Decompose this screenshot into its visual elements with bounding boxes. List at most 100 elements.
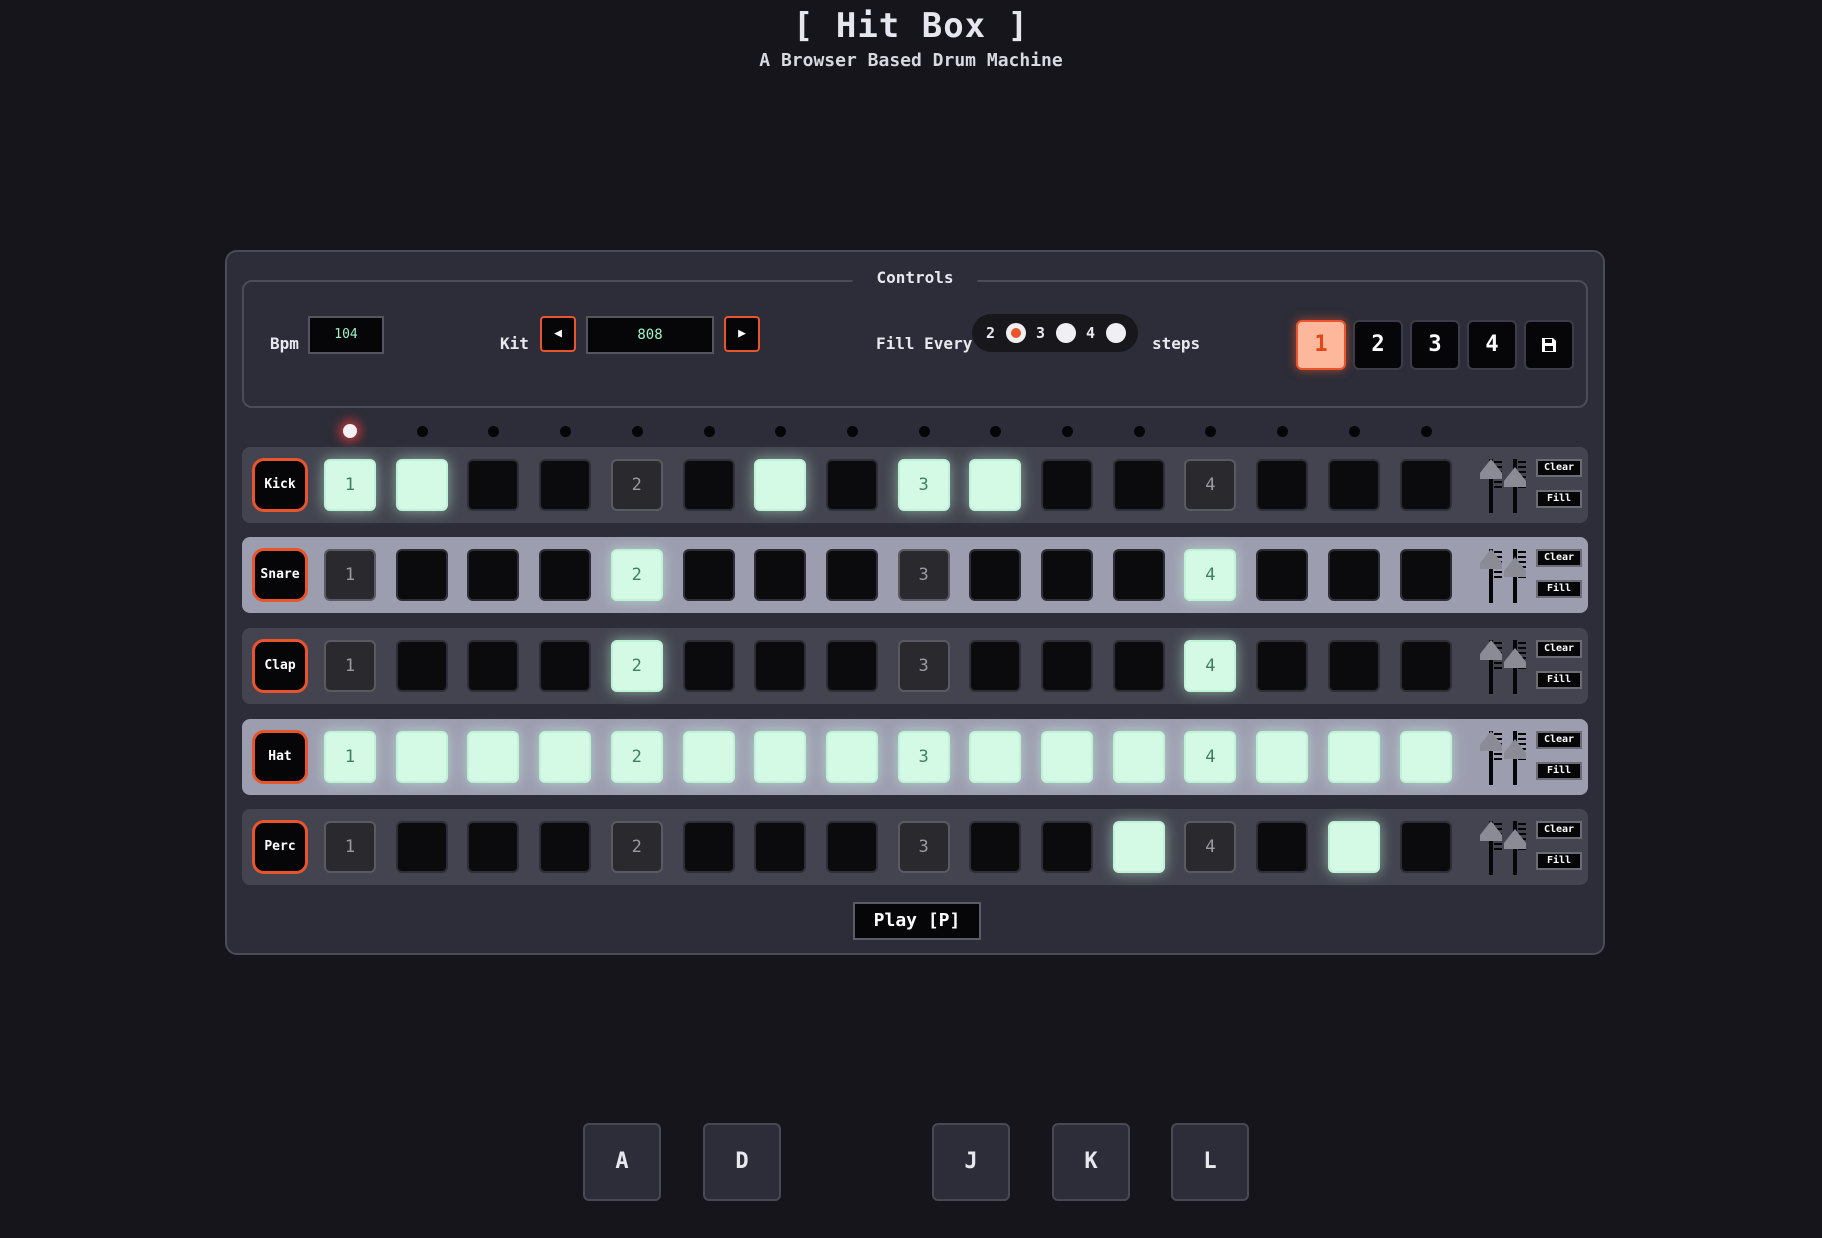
step-pad[interactable]	[1112, 821, 1165, 873]
fill-track-button[interactable]: Fill	[1536, 671, 1582, 689]
key-k-button[interactable]: K	[1052, 1123, 1130, 1201]
step-pad[interactable]	[754, 549, 807, 601]
step-pad[interactable]: 3	[897, 640, 950, 692]
step-pad[interactable]	[1256, 821, 1309, 873]
step-pad[interactable]: 3	[897, 731, 950, 783]
step-pad[interactable]	[825, 549, 878, 601]
step-pad[interactable]	[969, 731, 1022, 783]
step-pad[interactable]	[825, 459, 878, 511]
step-pad[interactable]: 2	[610, 549, 663, 601]
step-pad[interactable]	[1112, 549, 1165, 601]
step-pad[interactable]	[682, 821, 735, 873]
step-pad[interactable]	[1041, 640, 1093, 692]
save-pattern-button[interactable]	[1524, 320, 1574, 370]
step-pad[interactable]	[539, 640, 592, 692]
fill-option-3-radio[interactable]	[1056, 323, 1076, 343]
step-pad[interactable]	[969, 640, 1022, 692]
step-pad[interactable]: 1	[324, 640, 376, 692]
volume-slider[interactable]	[1480, 549, 1502, 603]
step-pad[interactable]	[754, 731, 807, 783]
step-pad[interactable]	[1112, 731, 1165, 783]
key-d-button[interactable]: D	[703, 1123, 781, 1201]
step-pad[interactable]	[1399, 821, 1452, 873]
step-pad[interactable]	[539, 459, 592, 511]
step-pad[interactable]	[754, 821, 807, 873]
step-pad[interactable]	[969, 459, 1022, 511]
step-pad[interactable]	[1399, 549, 1452, 601]
step-pad[interactable]: 3	[897, 821, 950, 873]
step-pad[interactable]	[539, 549, 592, 601]
step-pad[interactable]	[969, 821, 1022, 873]
key-a-button[interactable]: A	[583, 1123, 661, 1201]
step-pad[interactable]: 2	[610, 731, 663, 783]
pattern-4-button[interactable]: 4	[1467, 320, 1517, 370]
step-pad[interactable]	[395, 549, 448, 601]
clear-track-button[interactable]: Clear	[1536, 821, 1582, 839]
step-pad[interactable]: 4	[1184, 549, 1237, 601]
step-pad[interactable]: 4	[1184, 640, 1237, 692]
fill-track-button[interactable]: Fill	[1536, 580, 1582, 598]
pitch-slider[interactable]	[1504, 731, 1526, 785]
pitch-slider[interactable]	[1504, 549, 1526, 603]
step-pad[interactable]	[1327, 821, 1380, 873]
fill-track-button[interactable]: Fill	[1536, 762, 1582, 780]
bpm-input[interactable]: 104	[308, 316, 384, 354]
step-pad[interactable]	[1256, 731, 1309, 783]
step-pad[interactable]: 4	[1184, 459, 1237, 511]
step-pad[interactable]: 2	[610, 459, 663, 511]
track-name-button[interactable]: Kick	[252, 458, 308, 512]
step-pad[interactable]	[1041, 459, 1093, 511]
step-pad[interactable]: 4	[1184, 821, 1237, 873]
step-pad[interactable]: 1	[324, 549, 376, 601]
kit-next-button[interactable]: ▶	[724, 316, 760, 352]
key-j-button[interactable]: J	[932, 1123, 1010, 1201]
step-pad[interactable]	[682, 549, 735, 601]
step-pad[interactable]	[395, 640, 448, 692]
play-button[interactable]: Play [P]	[853, 902, 981, 940]
step-pad[interactable]	[969, 549, 1022, 601]
pitch-slider[interactable]	[1504, 821, 1526, 875]
volume-slider[interactable]	[1480, 731, 1502, 785]
step-pad[interactable]	[539, 821, 592, 873]
step-pad[interactable]: 3	[897, 549, 950, 601]
fill-option-4-radio[interactable]	[1106, 323, 1126, 343]
clear-track-button[interactable]: Clear	[1536, 459, 1582, 477]
step-pad[interactable]	[395, 821, 448, 873]
fill-option-2-radio[interactable]	[1006, 323, 1026, 343]
step-pad[interactable]	[467, 821, 520, 873]
clear-track-button[interactable]: Clear	[1536, 731, 1582, 749]
step-pad[interactable]	[754, 459, 807, 511]
step-pad[interactable]	[1041, 731, 1093, 783]
step-pad[interactable]	[682, 640, 735, 692]
track-name-button[interactable]: Hat	[252, 730, 308, 784]
clear-track-button[interactable]: Clear	[1536, 549, 1582, 567]
step-pad[interactable]	[1256, 549, 1309, 601]
step-pad[interactable]	[682, 459, 735, 511]
step-pad[interactable]	[1399, 459, 1452, 511]
step-pad[interactable]	[825, 640, 878, 692]
step-pad[interactable]	[1327, 640, 1380, 692]
pitch-slider[interactable]	[1504, 459, 1526, 513]
pattern-2-button[interactable]: 2	[1353, 320, 1403, 370]
step-pad[interactable]	[1256, 640, 1309, 692]
step-pad[interactable]	[1327, 549, 1380, 601]
step-pad[interactable]	[1112, 640, 1165, 692]
step-pad[interactable]: 3	[897, 459, 950, 511]
step-pad[interactable]	[1327, 731, 1380, 783]
volume-slider[interactable]	[1480, 821, 1502, 875]
fill-track-button[interactable]: Fill	[1536, 852, 1582, 870]
step-pad[interactable]: 2	[610, 640, 663, 692]
step-pad[interactable]	[1112, 459, 1165, 511]
step-pad[interactable]	[395, 459, 448, 511]
step-pad[interactable]: 1	[324, 731, 376, 783]
volume-slider[interactable]	[1480, 459, 1502, 513]
step-pad[interactable]	[825, 821, 878, 873]
step-pad[interactable]	[1041, 821, 1093, 873]
track-name-button[interactable]: Perc	[252, 820, 308, 874]
step-pad[interactable]: 1	[324, 459, 376, 511]
step-pad[interactable]: 1	[324, 821, 376, 873]
fill-track-button[interactable]: Fill	[1536, 490, 1582, 508]
step-pad[interactable]	[395, 731, 448, 783]
step-pad[interactable]	[539, 731, 592, 783]
track-name-button[interactable]: Snare	[252, 548, 308, 602]
